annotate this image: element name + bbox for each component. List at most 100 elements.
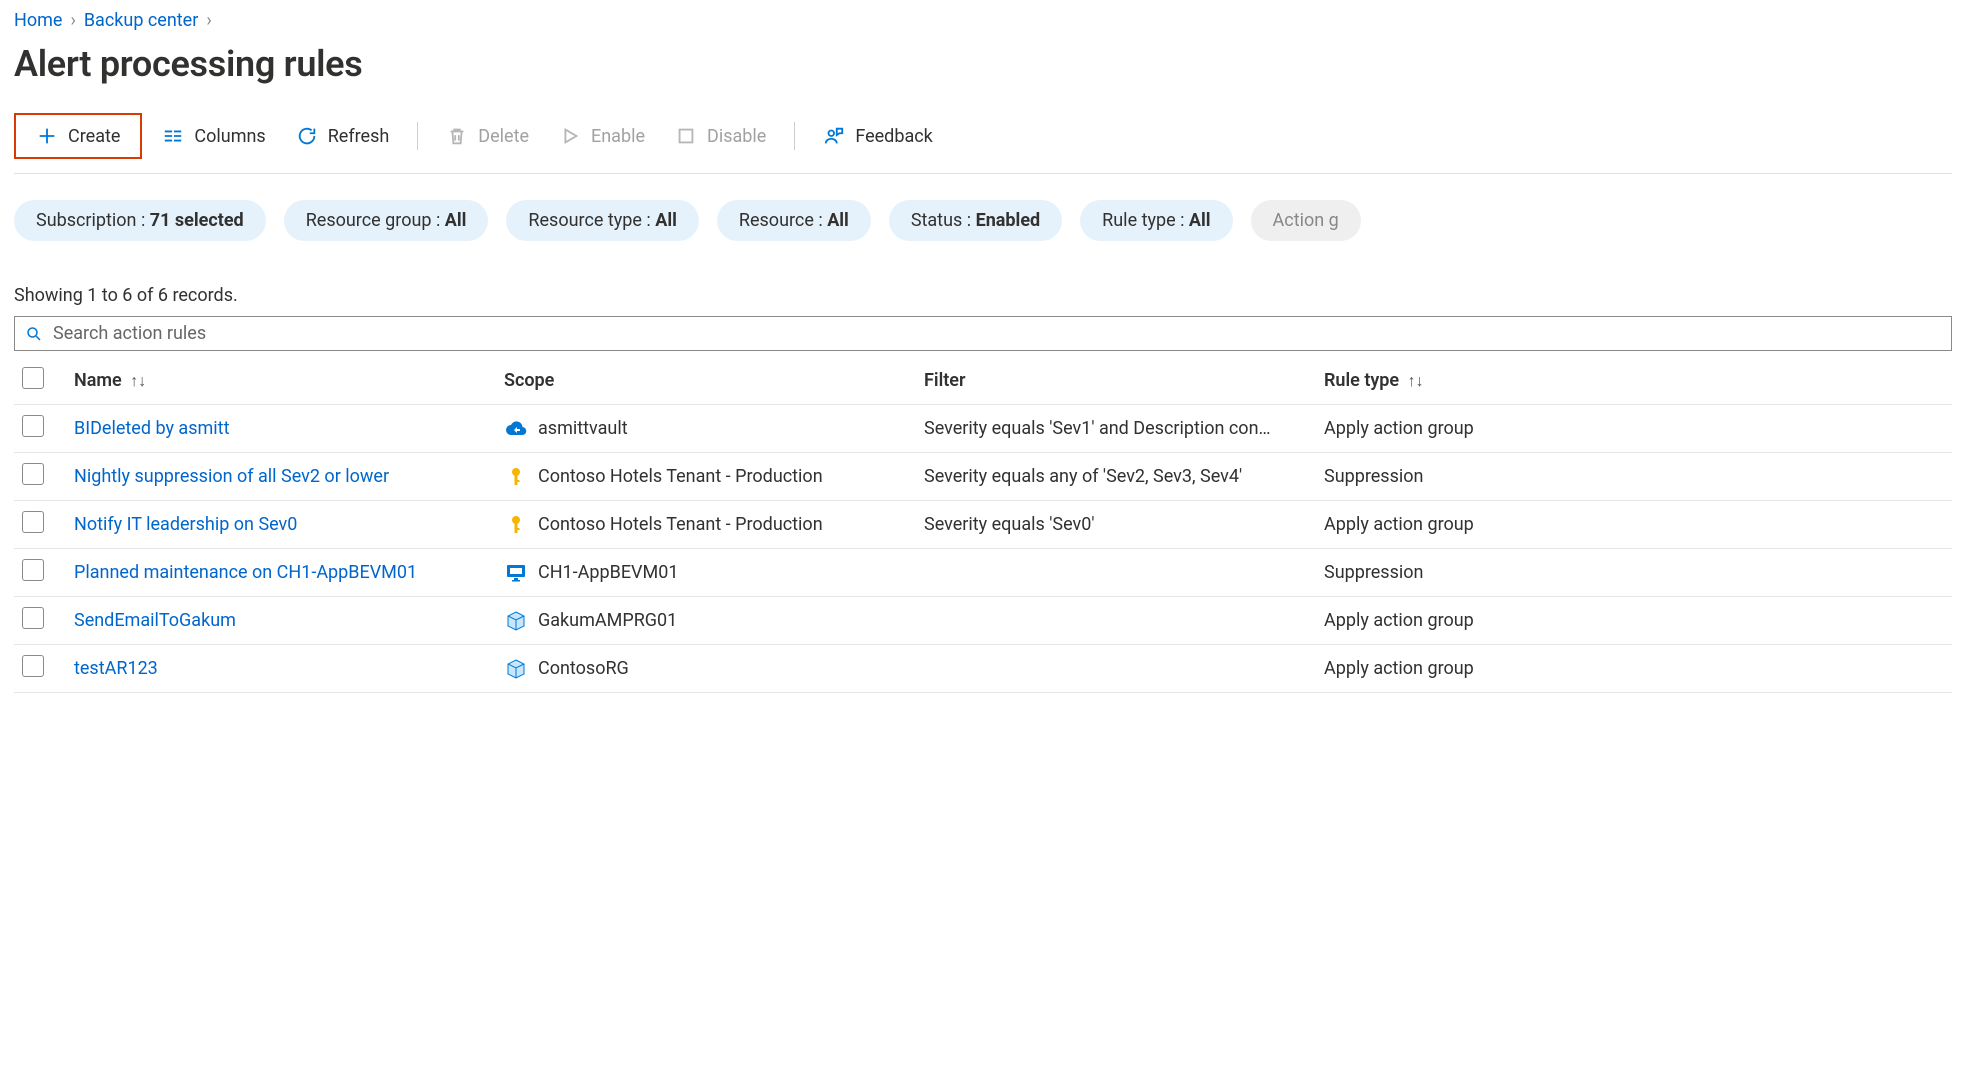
scope-cell: asmittvault	[504, 417, 908, 441]
pill-value: All	[445, 210, 467, 231]
sort-icon: ↑↓	[1408, 371, 1424, 390]
col-rule-type[interactable]: Rule type ↑↓	[1316, 357, 1952, 405]
columns-icon	[162, 125, 184, 147]
filter-text: Severity equals any of 'Sev2, Sev3, Sev4…	[916, 453, 1316, 501]
columns-button[interactable]: Columns	[152, 119, 275, 153]
filter-action-group[interactable]: Action g	[1251, 200, 1361, 241]
search-box[interactable]	[14, 316, 1952, 351]
col-name[interactable]: Name ↑↓	[66, 357, 496, 405]
highlight-create: Create	[14, 113, 142, 159]
sort-icon: ↑↓	[130, 371, 146, 390]
page-title: Alert processing rules	[14, 43, 1952, 85]
rule-name-link[interactable]: Notify IT leadership on Sev0	[74, 514, 297, 535]
cube-icon	[504, 609, 528, 633]
enable-button: Enable	[549, 119, 655, 153]
filter-status[interactable]: Status : Enabled	[889, 200, 1062, 241]
row-checkbox[interactable]	[22, 607, 44, 629]
breadcrumb-backup-center[interactable]: Backup center	[84, 10, 199, 31]
breadcrumb-home[interactable]: Home	[14, 10, 62, 31]
table-header-row: Name ↑↓ Scope Filter Rule type ↑↓	[14, 357, 1952, 405]
filter-resource-group[interactable]: Resource group : All	[284, 200, 489, 241]
trash-icon	[446, 125, 468, 147]
col-filter[interactable]: Filter	[916, 357, 1316, 405]
play-icon	[559, 125, 581, 147]
scope-cell: ContosoRG	[504, 657, 908, 681]
filter-resource[interactable]: Resource : All	[717, 200, 871, 241]
toolbar-divider	[417, 122, 418, 150]
rule-type-text: Apply action group	[1316, 501, 1952, 549]
refresh-icon	[296, 125, 318, 147]
pill-label: Resource type :	[528, 210, 655, 231]
feedback-button[interactable]: Feedback	[813, 119, 942, 153]
refresh-button[interactable]: Refresh	[286, 119, 400, 153]
monitor-icon	[504, 561, 528, 585]
feedback-label: Feedback	[855, 126, 932, 147]
plus-icon	[36, 125, 58, 147]
scope-text: Contoso Hotels Tenant - Production	[538, 466, 823, 487]
filter-text	[916, 597, 1316, 645]
search-input[interactable]	[53, 323, 1941, 344]
row-checkbox[interactable]	[22, 463, 44, 485]
scope-text: ContosoRG	[538, 658, 629, 679]
scope-cell: Contoso Hotels Tenant - Production	[504, 513, 908, 537]
pill-label: Subscription :	[36, 210, 150, 231]
scope-text: Contoso Hotels Tenant - Production	[538, 514, 823, 535]
rule-type-text: Suppression	[1316, 453, 1952, 501]
table-row: SendEmailToGakumGakumAMPRG01Apply action…	[14, 597, 1952, 645]
rule-name-link[interactable]: Nightly suppression of all Sev2 or lower	[74, 466, 389, 487]
create-button[interactable]: Create	[26, 119, 130, 153]
table-row: BIDeleted by asmitt asmittvault Severity e…	[14, 405, 1952, 453]
create-label: Create	[68, 126, 120, 147]
chevron-right-icon: ›	[70, 10, 75, 31]
table-row: testAR123ContosoRGApply action group	[14, 645, 1952, 693]
filter-resource-type[interactable]: Resource type : All	[506, 200, 698, 241]
rule-name-link[interactable]: testAR123	[74, 658, 158, 679]
rule-name-link[interactable]: BIDeleted by asmitt	[74, 418, 229, 439]
scope-text: asmittvault	[538, 418, 628, 439]
scope-cell: GakumAMPRG01	[504, 609, 908, 633]
key-icon	[504, 513, 528, 537]
col-rule-label: Rule type	[1324, 370, 1399, 391]
toolbar: Create Columns Refresh Delete Enable Dis…	[14, 113, 1952, 174]
filter-text: Severity equals 'Sev0'	[916, 501, 1316, 549]
disable-label: Disable	[707, 126, 766, 147]
pill-label: Rule type :	[1102, 210, 1189, 231]
filter-subscription[interactable]: Subscription : 71 selected	[14, 200, 266, 241]
cloud-icon	[504, 417, 528, 441]
pill-label: Resource :	[739, 210, 827, 231]
rule-type-text: Suppression	[1316, 549, 1952, 597]
pill-value: Enabled	[976, 210, 1041, 231]
scope-text: CH1-AppBEVM01	[538, 562, 678, 583]
table-row: Nightly suppression of all Sev2 or lower…	[14, 453, 1952, 501]
chevron-right-icon: ›	[206, 10, 211, 31]
pill-label: Action g	[1273, 210, 1339, 231]
filter-text	[916, 549, 1316, 597]
col-name-label: Name	[74, 370, 122, 391]
filter-text	[916, 645, 1316, 693]
col-scope[interactable]: Scope	[496, 357, 916, 405]
row-checkbox[interactable]	[22, 511, 44, 533]
rule-name-link[interactable]: Planned maintenance on CH1-AppBEVM01	[74, 562, 417, 583]
scope-text: GakumAMPRG01	[538, 610, 677, 631]
cube-icon	[504, 657, 528, 681]
breadcrumb: Home › Backup center ›	[14, 10, 1952, 31]
row-checkbox[interactable]	[22, 559, 44, 581]
pill-value: All	[1189, 210, 1211, 231]
disable-button: Disable	[665, 119, 776, 153]
rule-name-link[interactable]: SendEmailToGakum	[74, 610, 236, 631]
row-checkbox[interactable]	[22, 415, 44, 437]
key-icon	[504, 465, 528, 489]
select-all-checkbox[interactable]	[22, 367, 44, 389]
delete-button: Delete	[436, 119, 539, 153]
pill-value: All	[655, 210, 677, 231]
delete-label: Delete	[478, 126, 529, 147]
filter-text: Severity equals 'Sev1' and Description c…	[916, 405, 1316, 453]
row-checkbox[interactable]	[22, 655, 44, 677]
person-feedback-icon	[823, 125, 845, 147]
filter-pills: Subscription : 71 selected Resource grou…	[14, 200, 1952, 241]
enable-label: Enable	[591, 126, 645, 147]
filter-rule-type[interactable]: Rule type : All	[1080, 200, 1232, 241]
table-row: Planned maintenance on CH1-AppBEVM01 CH1-…	[14, 549, 1952, 597]
toolbar-divider	[794, 122, 795, 150]
pill-value: All	[827, 210, 849, 231]
